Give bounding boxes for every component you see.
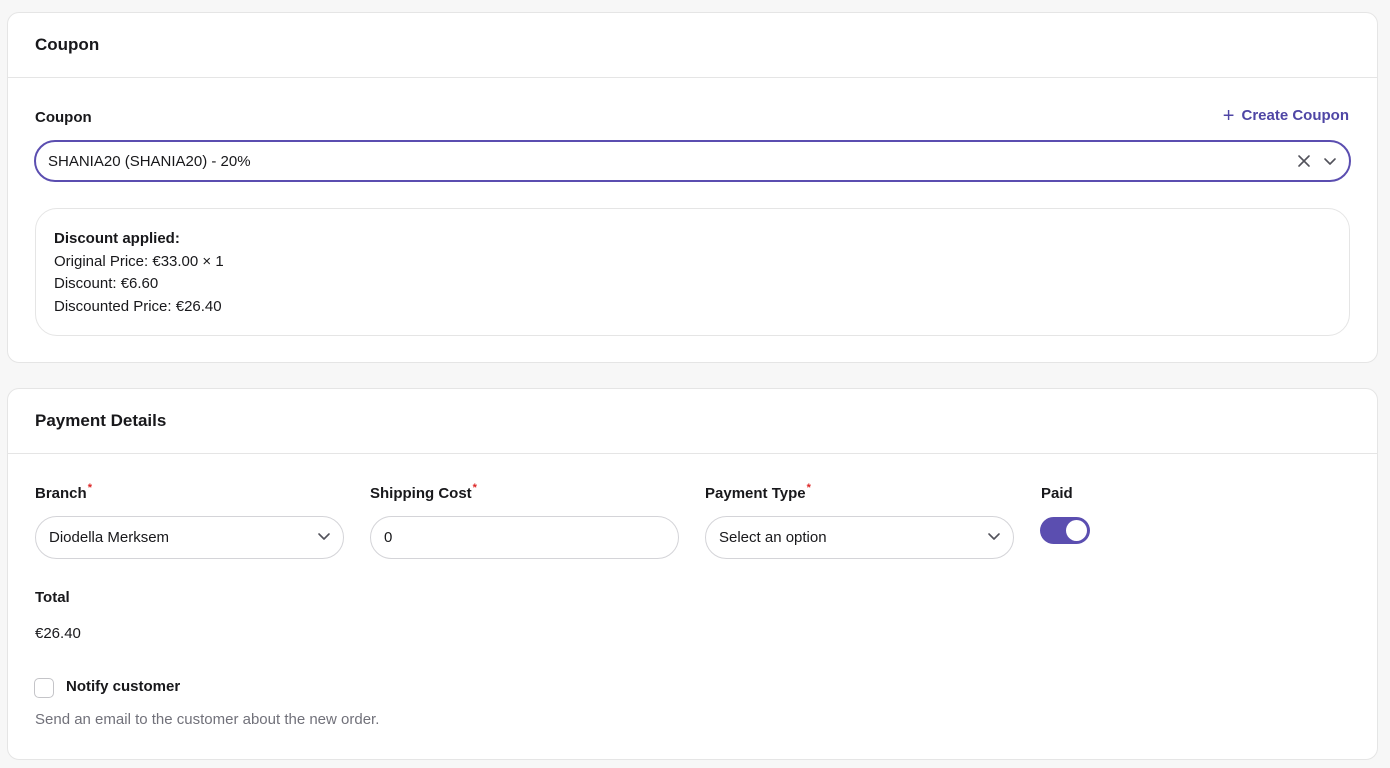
branch-select-value: Diodella Merksem [49,529,170,546]
notify-customer-checkbox[interactable] [34,678,54,698]
toggle-knob [1066,520,1087,541]
notify-customer-hint: Send an email to the customer about the … [35,711,380,728]
clear-icon[interactable] [1291,148,1317,174]
chevron-down-icon [317,529,331,547]
payment-details-card: Payment Details Branch* Diodella Merksem… [7,388,1378,760]
required-marker: * [87,482,92,494]
shipping-cost-label-text: Shipping Cost [370,485,472,502]
notify-customer-label[interactable]: Notify customer [66,678,180,695]
total-value: €26.40 [35,625,81,642]
required-marker: * [806,482,811,494]
shipping-cost-value: 0 [384,529,393,546]
payment-type-label: Payment Type* [705,482,811,502]
shipping-cost-label: Shipping Cost* [370,482,477,502]
branch-select[interactable]: Diodella Merksem [35,516,344,559]
discount-title: Discount applied: [54,230,180,247]
required-marker: * [472,482,477,494]
create-coupon-label: Create Coupon [1241,107,1349,124]
payment-type-value: Select an option [719,529,827,546]
coupon-select-value: SHANIA20 (SHANIA20) - 20% [48,152,251,170]
payment-card-title: Payment Details [8,389,1377,454]
coupon-select[interactable]: SHANIA20 (SHANIA20) - 20% [34,140,1351,182]
total-label: Total [35,589,70,606]
paid-toggle[interactable] [1040,517,1090,544]
paid-label: Paid [1041,485,1073,502]
coupon-card-title: Coupon [8,13,1377,78]
shipping-cost-input[interactable]: 0 [370,516,679,559]
payment-type-select[interactable]: Select an option [705,516,1014,559]
coupon-field-label: Coupon [35,109,92,126]
branch-label-text: Branch [35,485,87,502]
payment-type-label-text: Payment Type [705,485,806,502]
discount-amount: Discount: €6.60 [54,275,159,292]
discount-summary: Discount applied: Original Price: €33.00… [35,208,1350,336]
plus-icon: + [1222,104,1235,127]
chevron-down-icon [987,529,1001,547]
original-price: Original Price: €33.00 × 1 [54,252,224,270]
discounted-price: Discounted Price: €26.40 [54,297,222,315]
branch-label: Branch* [35,482,92,502]
create-coupon-button[interactable]: + Create Coupon [1222,104,1349,127]
chevron-down-icon[interactable] [1317,148,1343,174]
coupon-card: Coupon Coupon + Create Coupon SHANIA20 (… [7,12,1378,363]
